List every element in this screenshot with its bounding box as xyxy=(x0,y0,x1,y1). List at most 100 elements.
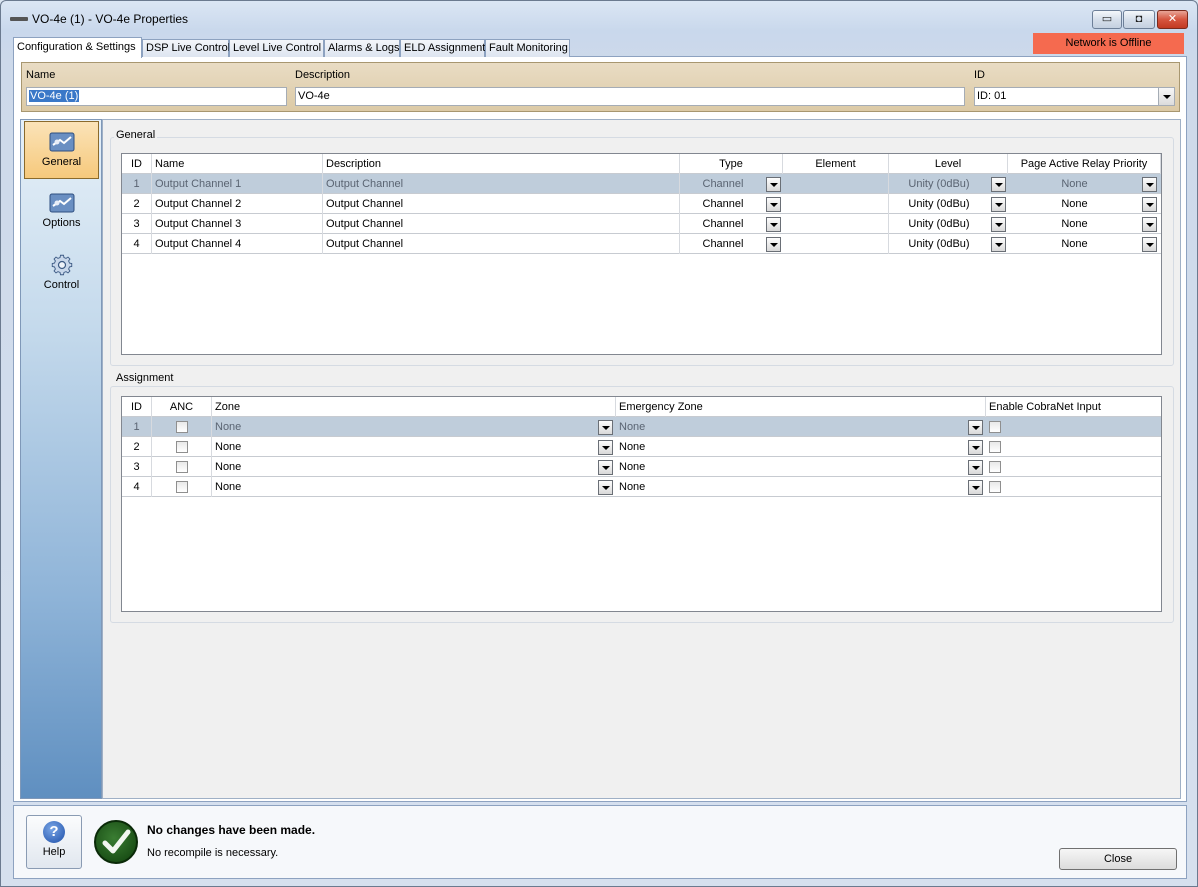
col-header-priority[interactable]: Page Active Relay Priority xyxy=(1008,154,1161,174)
col-header-zone[interactable]: Zone xyxy=(212,397,616,417)
col-header-emergency-zone[interactable]: Emergency Zone xyxy=(616,397,986,417)
col-header-name[interactable]: Name xyxy=(152,154,323,174)
row-emergency-zone[interactable]: None xyxy=(616,417,968,437)
row-description[interactable]: Output Channel xyxy=(323,234,680,254)
col-header-level[interactable]: Level xyxy=(889,154,1008,174)
row-element[interactable] xyxy=(783,234,889,254)
col-header-id[interactable]: ID xyxy=(122,397,152,417)
row-type[interactable]: Channel xyxy=(680,214,766,234)
row-type[interactable]: Channel xyxy=(680,234,766,254)
row-emergency-zone[interactable]: None xyxy=(616,457,968,477)
table-row[interactable]: 2 Output Channel 2 Output Channel Channe… xyxy=(122,194,1161,214)
tab-fault-monitoring[interactable]: Fault Monitoring xyxy=(485,39,570,57)
chevron-down-icon[interactable] xyxy=(598,460,613,475)
chevron-down-icon[interactable] xyxy=(968,420,983,435)
tab-alarms-logs[interactable]: Alarms & Logs xyxy=(324,39,400,57)
name-field[interactable]: VO-4e (1) xyxy=(26,87,287,106)
col-header-description[interactable]: Description xyxy=(323,154,680,174)
chevron-down-icon[interactable] xyxy=(766,197,781,212)
row-element[interactable] xyxy=(783,174,889,194)
row-description[interactable]: Output Channel xyxy=(323,194,680,214)
row-name[interactable]: Output Channel 1 xyxy=(152,174,323,194)
chevron-down-icon[interactable] xyxy=(598,480,613,495)
row-level[interactable]: Unity (0dBu) xyxy=(889,234,989,254)
row-element[interactable] xyxy=(783,194,889,214)
maximize-button[interactable]: ◘ xyxy=(1123,10,1155,29)
col-header-anc[interactable]: ANC xyxy=(152,397,212,417)
row-name[interactable]: Output Channel 2 xyxy=(152,194,323,214)
tab-configuration-settings[interactable]: Configuration & Settings xyxy=(13,37,142,58)
table-row[interactable]: 2 None None xyxy=(122,437,1161,457)
row-zone[interactable]: None xyxy=(212,457,599,477)
row-type[interactable]: Channel xyxy=(680,174,766,194)
anc-checkbox[interactable] xyxy=(176,421,188,433)
row-element[interactable] xyxy=(783,214,889,234)
cobranet-checkbox[interactable] xyxy=(989,481,1001,493)
row-type[interactable]: Channel xyxy=(680,194,766,214)
description-label: Description xyxy=(295,69,351,81)
table-row[interactable]: 1 Output Channel 1 Output Channel Channe… xyxy=(122,174,1161,194)
row-priority[interactable]: None xyxy=(1008,214,1141,234)
table-row[interactable]: 4 None None xyxy=(122,477,1161,497)
chevron-down-icon[interactable] xyxy=(766,177,781,192)
row-priority[interactable]: None xyxy=(1008,234,1141,254)
chevron-down-icon[interactable] xyxy=(1158,88,1174,105)
chevron-down-icon[interactable] xyxy=(1142,237,1157,252)
row-zone[interactable]: None xyxy=(212,417,599,437)
chevron-down-icon[interactable] xyxy=(598,440,613,455)
table-row[interactable]: 3 Output Channel 3 Output Channel Channe… xyxy=(122,214,1161,234)
row-zone[interactable]: None xyxy=(212,437,599,457)
chevron-down-icon[interactable] xyxy=(1142,197,1157,212)
chevron-down-icon[interactable] xyxy=(1142,217,1157,232)
chevron-down-icon[interactable] xyxy=(968,440,983,455)
row-level[interactable]: Unity (0dBu) xyxy=(889,194,989,214)
nav-item-control[interactable]: Control xyxy=(24,245,99,303)
chevron-down-icon[interactable] xyxy=(1142,177,1157,192)
general-grid: ID Name Description Type Element Level P… xyxy=(121,153,1162,355)
col-header-id[interactable]: ID xyxy=(122,154,152,174)
col-header-type[interactable]: Type xyxy=(680,154,783,174)
cobranet-checkbox[interactable] xyxy=(989,441,1001,453)
table-row[interactable]: 1 None None xyxy=(122,417,1161,437)
chevron-down-icon[interactable] xyxy=(991,197,1006,212)
id-select[interactable]: ID: 01 xyxy=(974,87,1175,106)
cobranet-checkbox[interactable] xyxy=(989,421,1001,433)
chevron-down-icon[interactable] xyxy=(766,237,781,252)
col-header-element[interactable]: Element xyxy=(783,154,889,174)
description-field[interactable]: VO-4e xyxy=(295,87,965,106)
cobranet-checkbox[interactable] xyxy=(989,461,1001,473)
row-level[interactable]: Unity (0dBu) xyxy=(889,214,989,234)
row-zone[interactable]: None xyxy=(212,477,599,497)
row-priority[interactable]: None xyxy=(1008,174,1141,194)
close-button[interactable]: Close xyxy=(1059,848,1177,870)
row-description[interactable]: Output Channel xyxy=(323,174,680,194)
table-row[interactable]: 3 None None xyxy=(122,457,1161,477)
anc-checkbox[interactable] xyxy=(176,461,188,473)
tab-dsp-live-control[interactable]: DSP Live Control xyxy=(142,39,230,57)
help-button[interactable]: ? Help xyxy=(26,815,82,869)
tab-level-live-control[interactable]: Level Live Control xyxy=(229,39,324,57)
chevron-down-icon[interactable] xyxy=(766,217,781,232)
row-emergency-zone[interactable]: None xyxy=(616,477,968,497)
chevron-down-icon[interactable] xyxy=(991,217,1006,232)
tab-eld-assignment[interactable]: ELD Assignment xyxy=(400,39,485,57)
chevron-down-icon[interactable] xyxy=(991,237,1006,252)
close-window-button[interactable]: ✕ xyxy=(1157,10,1188,29)
chevron-down-icon[interactable] xyxy=(968,460,983,475)
nav-item-options[interactable]: Options xyxy=(24,183,99,241)
row-emergency-zone[interactable]: None xyxy=(616,437,968,457)
chevron-down-icon[interactable] xyxy=(968,480,983,495)
row-name[interactable]: Output Channel 4 xyxy=(152,234,323,254)
chevron-down-icon[interactable] xyxy=(991,177,1006,192)
anc-checkbox[interactable] xyxy=(176,441,188,453)
row-description[interactable]: Output Channel xyxy=(323,214,680,234)
chevron-down-icon[interactable] xyxy=(598,420,613,435)
anc-checkbox[interactable] xyxy=(176,481,188,493)
col-header-cobranet[interactable]: Enable CobraNet Input xyxy=(986,397,1161,417)
row-priority[interactable]: None xyxy=(1008,194,1141,214)
row-name[interactable]: Output Channel 3 xyxy=(152,214,323,234)
table-row[interactable]: 4 Output Channel 4 Output Channel Channe… xyxy=(122,234,1161,254)
nav-item-general[interactable]: General xyxy=(24,121,99,179)
minimize-button[interactable]: ▭ xyxy=(1092,10,1122,29)
row-level[interactable]: Unity (0dBu) xyxy=(889,174,989,194)
